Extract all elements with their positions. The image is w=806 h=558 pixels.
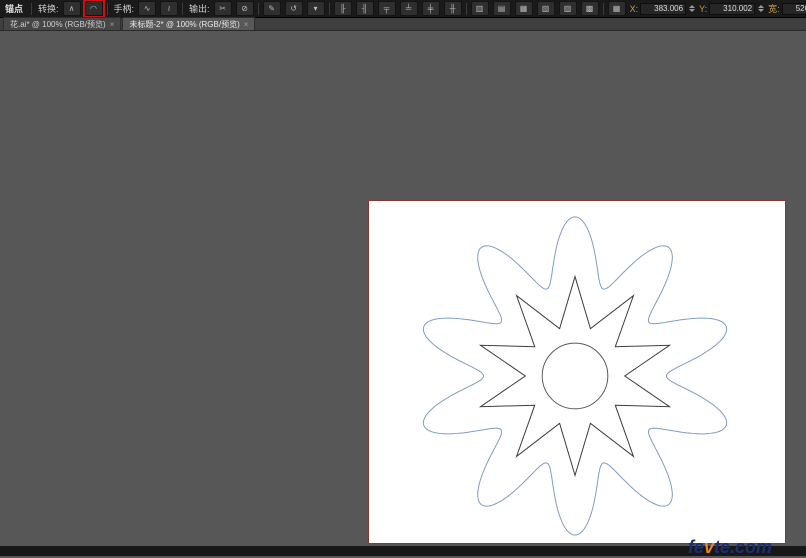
- x-field-label: X:: [629, 3, 639, 14]
- distribute-3-button[interactable]: ▦: [514, 1, 533, 16]
- divider: [602, 2, 604, 15]
- artboard[interactable]: [368, 200, 786, 544]
- distribute-6-button[interactable]: ▩: [580, 1, 599, 16]
- distribute-4-button[interactable]: ▧: [536, 1, 555, 16]
- bottom-bar: [0, 546, 806, 556]
- divider: [465, 2, 467, 15]
- align-bottom-button[interactable]: ╧: [399, 1, 418, 16]
- divider: [328, 2, 330, 15]
- edit-button[interactable]: ✎: [262, 1, 281, 16]
- convert-to-smooth-button[interactable]: ◠: [84, 1, 103, 16]
- y-field-input[interactable]: 310.002: [709, 2, 756, 15]
- canvas-area[interactable]: [0, 31, 806, 546]
- y-field: Y: 310.002: [699, 2, 765, 15]
- artwork-svg: [422, 216, 728, 536]
- panel-title: 锚点: [5, 4, 24, 14]
- divider: [182, 2, 184, 15]
- divider: [31, 2, 33, 15]
- application-window: 锚点 转换: ∧ ◠ 手柄: ∿ ≀ 输出: ✂ ⊘ ✎ ↺ ▾ ╟ ╢ ╤ ╧…: [0, 0, 806, 558]
- transform-grid-button[interactable]: ▦: [607, 1, 626, 16]
- width-field-label: 宽:: [768, 4, 780, 14]
- distribute-5-button[interactable]: ▨: [558, 1, 577, 16]
- document-tabbar: 花.ai* @ 100% (RGB/预览) × 未标题-2* @ 100% (R…: [0, 17, 806, 31]
- align-vertical-button[interactable]: ╫: [443, 1, 462, 16]
- tab-close-icon[interactable]: ×: [244, 20, 249, 29]
- watermark-pre: fe: [687, 537, 704, 557]
- distribute-2-button[interactable]: ▤: [492, 1, 511, 16]
- x-field-stepper[interactable]: [689, 5, 696, 12]
- convert-to-corner-button[interactable]: ∧: [62, 1, 81, 16]
- show-handles-button[interactable]: ∿: [138, 1, 157, 16]
- undo-button[interactable]: ↺: [284, 1, 303, 16]
- control-toolbar: 锚点 转换: ∧ ◠ 手柄: ∿ ≀ 输出: ✂ ⊘ ✎ ↺ ▾ ╟ ╢ ╤ ╧…: [0, 0, 806, 18]
- cut-path-button[interactable]: ✂: [213, 1, 232, 16]
- annotation-highlight: ◠: [82, 0, 105, 18]
- y-field-stepper[interactable]: [758, 5, 765, 12]
- align-middle-button[interactable]: ╪: [421, 1, 440, 16]
- width-field-input[interactable]: 526.269: [781, 2, 806, 15]
- align-left-button[interactable]: ╟: [333, 1, 352, 16]
- watermark-post: te.com: [713, 537, 772, 557]
- tab-flower-document[interactable]: 花.ai* @ 100% (RGB/预览) ×: [3, 17, 122, 30]
- divider: [106, 2, 108, 15]
- tab-close-icon[interactable]: ×: [110, 20, 115, 29]
- width-field: 宽: 526.269: [768, 2, 806, 15]
- x-field-input[interactable]: 383.006: [640, 2, 687, 15]
- flower-outline-path[interactable]: [422, 216, 728, 536]
- y-field-label: Y:: [699, 3, 708, 14]
- handles-label: 手柄:: [113, 4, 135, 14]
- center-circle-shape[interactable]: [541, 342, 609, 410]
- anchors-label: 输出:: [189, 4, 210, 14]
- watermark-logo: fevte.com: [688, 537, 772, 558]
- style-dropdown[interactable]: ▾: [306, 1, 325, 16]
- divider: [257, 2, 259, 15]
- tab-label: 花.ai* @ 100% (RGB/预览): [10, 19, 106, 29]
- align-center-button[interactable]: ╢: [355, 1, 374, 16]
- convert-label: 转换:: [38, 4, 59, 14]
- remove-anchor-button[interactable]: ⊘: [235, 1, 254, 16]
- tab-label: 未标题-2* @ 100% (RGB/预览): [129, 19, 240, 29]
- align-top-button[interactable]: ╤: [377, 1, 396, 16]
- distribute-1-button[interactable]: ▥: [470, 1, 489, 16]
- hide-handles-button[interactable]: ≀: [160, 1, 179, 16]
- x-field: X: 383.006: [629, 2, 696, 15]
- watermark-accent: v: [703, 537, 714, 557]
- tab-untitled-document[interactable]: 未标题-2* @ 100% (RGB/预览) ×: [122, 17, 256, 30]
- star-outline-path[interactable]: [478, 274, 672, 478]
